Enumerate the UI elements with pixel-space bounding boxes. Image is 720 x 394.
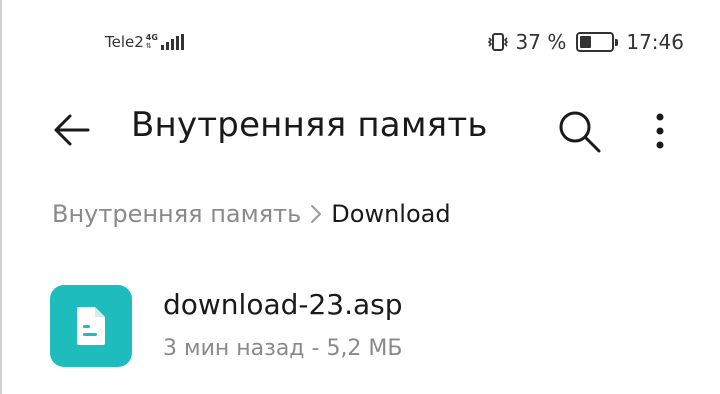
app-bar: Внутренняя память [2,92,720,168]
data-activity-icon: ⇅ [145,42,152,50]
status-bar: Tele2 4G ⇅ 37 % 17:46 [2,0,720,80]
breadcrumb-root[interactable]: Внутренняя память [52,200,301,228]
status-right-group: 37 % 17:46 [486,30,684,54]
more-options-button[interactable] [642,106,678,156]
signal-strength-icon [160,34,184,50]
page-title: Внутренняя память [131,105,488,145]
search-button[interactable] [554,106,604,156]
clock: 17:46 [626,30,684,54]
more-vertical-icon [656,113,664,149]
file-name: download-23.asp [163,288,403,321]
network-type-badge: 4G ⇅ [145,33,158,51]
file-manager-screen: Tele2 4G ⇅ 37 % 17:46 Внутренняя память … [0,0,720,394]
file-type-tile [50,285,132,367]
network-type-label: 4G [145,33,158,42]
battery-icon [576,32,619,52]
carrier-name: Tele2 [105,33,144,51]
vibrate-icon [486,32,510,52]
breadcrumb: Внутренняя память Download [52,200,451,228]
search-icon [559,111,601,153]
battery-fill [580,36,592,48]
chevron-right-icon [309,203,323,225]
document-icon [77,307,105,345]
back-button[interactable] [50,108,94,152]
breadcrumb-current[interactable]: Download [331,200,450,228]
battery-indicator [572,32,619,52]
list-item[interactable]: download-23.asp 3 мин назад - 5,2 МБ [2,280,720,376]
battery-percent: 37 % [515,30,567,54]
file-meta: 3 мин назад - 5,2 МБ [163,336,403,361]
arrow-left-icon [54,114,90,146]
carrier-indicator: Tele2 4G ⇅ [105,33,184,51]
